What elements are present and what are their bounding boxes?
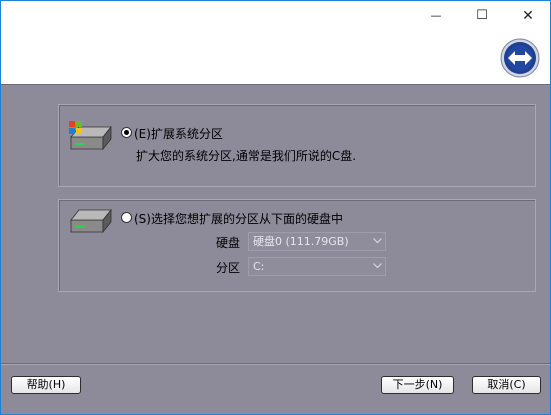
- minimize-icon: —: [430, 9, 442, 22]
- maximize-button[interactable]: ☐: [459, 1, 505, 30]
- next-button[interactable]: 下一步(N): [381, 376, 454, 394]
- select-partition-label[interactable]: (S)选择您想扩展的分区从下面的硬盘中: [134, 210, 343, 227]
- disk-select[interactable]: 硬盘0 (111.79GB): [248, 232, 386, 251]
- title-bar: — ☐ ✕: [1, 1, 550, 85]
- maximize-icon: ☐: [476, 8, 488, 23]
- help-button[interactable]: 帮助(H): [11, 376, 81, 394]
- windows-disk-icon: [69, 121, 112, 151]
- extend-system-description: 扩大您的系统分区,通常是我们所说的C盘.: [136, 149, 357, 163]
- disk-field-label: 硬盘: [216, 236, 241, 250]
- partition-select[interactable]: C:: [248, 257, 386, 276]
- close-icon: ✕: [522, 7, 534, 24]
- partition-field-label: 分区: [216, 261, 241, 275]
- close-button[interactable]: ✕: [505, 1, 551, 30]
- chevron-down-icon: [373, 263, 382, 269]
- extend-system-radio[interactable]: [121, 127, 132, 138]
- select-partition-group: (S)选择您想扩展的分区从下面的硬盘中 硬盘 硬盘0 (111.79GB) 分区…: [58, 199, 536, 292]
- minimize-button[interactable]: —: [413, 1, 459, 30]
- chevron-down-icon: [373, 238, 382, 244]
- extend-system-group: (E)扩展系统分区 扩大您的系统分区,通常是我们所说的C盘.: [58, 104, 536, 187]
- partition-select-value: C:: [253, 260, 265, 273]
- radio-selected-dot: [124, 130, 129, 135]
- select-partition-radio[interactable]: [121, 212, 132, 223]
- extend-system-label[interactable]: (E)扩展系统分区: [134, 125, 223, 142]
- app-window: — ☐ ✕ (E)扩展系统分区 扩大您的系统分区,通常是我们所说的C盘. (S)…: [0, 0, 551, 415]
- cancel-button[interactable]: 取消(C): [472, 376, 541, 394]
- footer-separator: [1, 363, 550, 365]
- disk-select-value: 硬盘0 (111.79GB): [253, 235, 349, 248]
- double-arrow-icon: [500, 38, 540, 78]
- disk-icon: [70, 208, 112, 234]
